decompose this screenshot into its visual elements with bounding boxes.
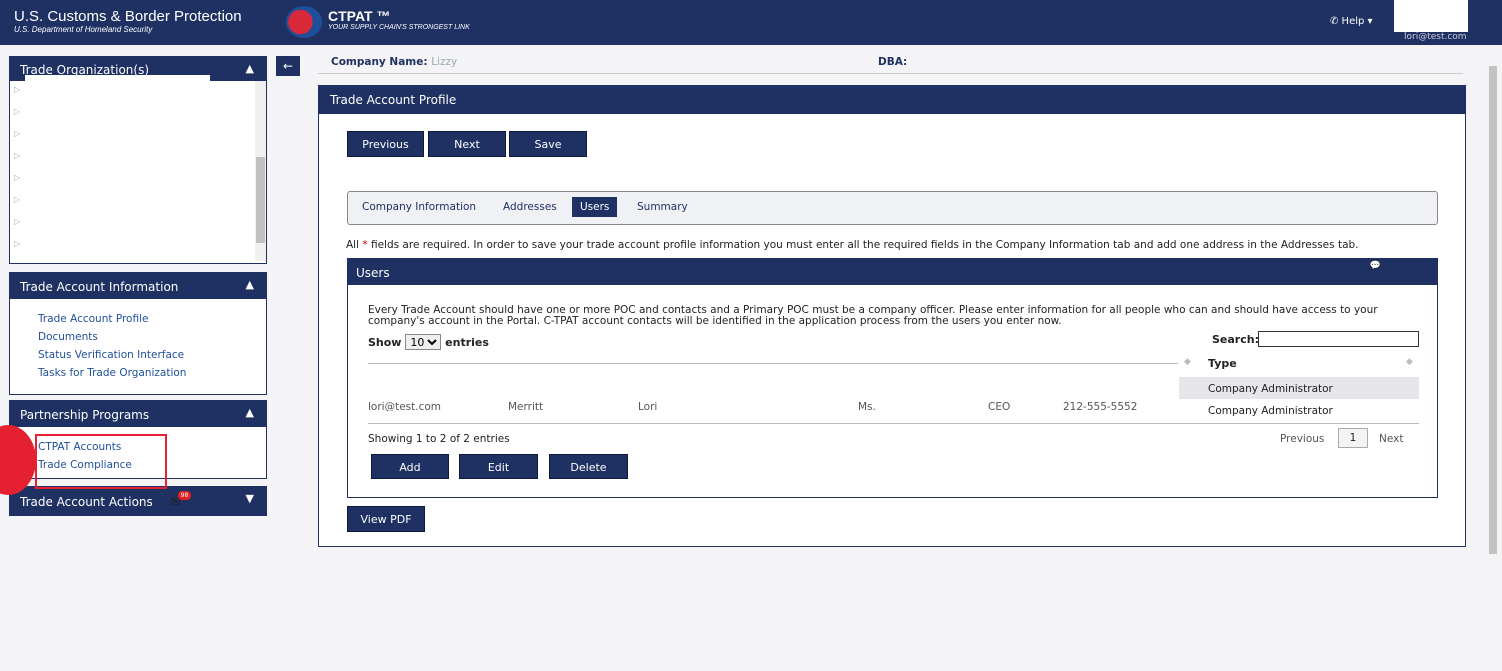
- entries-label: entries: [445, 336, 489, 349]
- users-panel: Users 💬 Every Trade Account should have …: [347, 258, 1438, 498]
- page-scroll-thumb[interactable]: [1489, 66, 1497, 554]
- required-pre: All: [346, 239, 360, 251]
- pager-next[interactable]: Next: [1379, 433, 1403, 445]
- trade-org-header[interactable]: Trade Organization(s) ▲: [10, 57, 266, 83]
- trade-account-actions-panel[interactable]: Trade Account Actions ▼: [9, 486, 267, 516]
- agency-subtitle: U.S. Department of Homeland Security: [14, 25, 153, 34]
- tree-node[interactable]: ▷: [10, 129, 266, 151]
- expand-down-icon[interactable]: ▼: [246, 492, 254, 505]
- ctpat-title: CTPAT ™: [328, 8, 391, 24]
- row2-type: Company Administrator: [1208, 405, 1333, 417]
- chat-icon[interactable]: 💬: [1370, 261, 1381, 271]
- row2-salutation: Ms.: [858, 401, 876, 411]
- cropped-column-headers: [368, 359, 1178, 364]
- users-title: Users: [356, 266, 390, 280]
- trade-account-info-title: Trade Account Information: [20, 280, 179, 294]
- link-documents[interactable]: Documents: [10, 328, 266, 346]
- sort-icon[interactable]: ◆: [1184, 357, 1191, 367]
- table-row[interactable]: [368, 377, 1178, 399]
- back-arrow-button[interactable]: ←: [276, 56, 300, 76]
- required-star: *: [362, 239, 368, 251]
- agency-title: U.S. Customs & Border Protection: [14, 8, 242, 25]
- company-name: Company Name: Lizzy: [331, 56, 457, 68]
- page-size-control: Show 10 entries: [368, 334, 489, 350]
- collapse-up-icon[interactable]: ▲: [246, 62, 254, 75]
- search-input[interactable]: [1258, 331, 1419, 347]
- user-email[interactable]: lori@test.com: [1404, 32, 1467, 42]
- annotation-highlight-box: [35, 434, 167, 489]
- org-scrollbar[interactable]: [255, 81, 266, 261]
- tree-node[interactable]: ▷: [10, 239, 266, 261]
- pager-page-1[interactable]: 1: [1338, 428, 1368, 448]
- trade-account-profile-panel: Trade Account Profile Previous Next Save…: [318, 85, 1466, 547]
- profile-tabs: Company Information Addresses Users Summ…: [347, 191, 1438, 225]
- notification-badge: 98: [178, 491, 191, 500]
- page-size-select[interactable]: 10: [405, 334, 442, 350]
- table-divider: [368, 423, 1419, 424]
- trade-org-panel: Trade Organization(s) ▲ ▷ ▷ ▷ ▷ ▷ ▷ ▷ ▷: [9, 56, 267, 264]
- table-row[interactable]: lori@test.com Merritt Lori Ms. CEO 212-5…: [368, 401, 1178, 411]
- tab-users[interactable]: Users: [572, 197, 618, 217]
- users-description: Every Trade Account should have one or m…: [368, 304, 1378, 327]
- edit-user-button[interactable]: Edit: [459, 454, 538, 479]
- required-text: fields are required. In order to save yo…: [370, 239, 1359, 251]
- ctpat-logo-icon: [286, 6, 322, 38]
- pager-previous[interactable]: Previous: [1280, 433, 1324, 445]
- search-label: Search:: [1212, 333, 1259, 346]
- delete-user-button[interactable]: Delete: [549, 454, 628, 479]
- row2-title: CEO: [988, 401, 1011, 411]
- trade-account-actions-header[interactable]: Trade Account Actions ▼: [10, 487, 266, 515]
- tree-node[interactable]: ▷: [10, 217, 266, 239]
- trade-account-info-panel: Trade Account Information ▲ Trade Accoun…: [9, 272, 267, 395]
- help-menu[interactable]: ✆ Help ▾: [1330, 16, 1373, 27]
- company-name-label: Company Name:: [331, 56, 428, 68]
- divider: [318, 73, 1463, 74]
- sort-icon[interactable]: ◆: [1406, 357, 1413, 367]
- link-tasks[interactable]: Tasks for Trade Organization: [10, 364, 266, 382]
- org-scroll-thumb[interactable]: [256, 157, 265, 243]
- tree-node[interactable]: ▷: [10, 173, 266, 195]
- profile-title: Trade Account Profile: [319, 86, 1465, 114]
- collapse-up-icon[interactable]: ▲: [246, 406, 254, 419]
- row2-last: Merritt: [508, 401, 544, 411]
- row2-phone: 212-555-5552: [1063, 401, 1138, 411]
- tab-addresses[interactable]: Addresses: [503, 201, 557, 213]
- row2-first: Lori: [638, 401, 658, 411]
- org-tree: ▷ ▷ ▷ ▷ ▷ ▷ ▷ ▷: [10, 81, 266, 263]
- partnership-header[interactable]: Partnership Programs ▲: [10, 401, 266, 427]
- top-bar: U.S. Customs & Border Protection U.S. De…: [0, 0, 1502, 45]
- col-header-type[interactable]: Type: [1208, 357, 1237, 370]
- show-label: Show: [368, 336, 402, 349]
- row1-type: Company Administrator: [1208, 383, 1333, 395]
- partnership-title: Partnership Programs: [20, 408, 150, 422]
- link-trade-account-profile[interactable]: Trade Account Profile: [10, 310, 266, 328]
- next-button[interactable]: Next: [428, 131, 506, 157]
- save-button[interactable]: Save: [509, 131, 587, 157]
- user-avatar-box[interactable]: [1394, 0, 1468, 32]
- collapse-up-icon[interactable]: ▲: [246, 278, 254, 291]
- users-header: Users 💬: [348, 259, 1437, 285]
- tree-node[interactable]: ▷: [10, 107, 266, 129]
- link-status-verification[interactable]: Status Verification Interface: [10, 346, 266, 364]
- required-note: All * fields are required. In order to s…: [346, 239, 1359, 251]
- tree-node[interactable]: ▷: [10, 85, 266, 107]
- ctpat-subtitle: YOUR SUPPLY CHAIN'S STRONGEST LINK: [328, 24, 470, 31]
- row2-email: lori@test.com: [368, 401, 442, 411]
- tree-node[interactable]: ▷: [10, 151, 266, 173]
- trade-account-actions-title: Trade Account Actions: [20, 495, 153, 509]
- previous-button[interactable]: Previous: [347, 131, 424, 157]
- tab-summary[interactable]: Summary: [637, 201, 688, 213]
- showing-info: Showing 1 to 2 of 2 entries: [368, 433, 510, 445]
- add-user-button[interactable]: Add: [371, 454, 449, 479]
- tree-node[interactable]: ▷: [10, 195, 266, 217]
- company-name-value: Lizzy: [431, 56, 458, 68]
- dba-label: DBA:: [878, 56, 908, 68]
- trade-account-info-header[interactable]: Trade Account Information ▲: [10, 273, 266, 299]
- view-pdf-button[interactable]: View PDF: [347, 506, 425, 532]
- tab-company-information[interactable]: Company Information: [362, 201, 476, 213]
